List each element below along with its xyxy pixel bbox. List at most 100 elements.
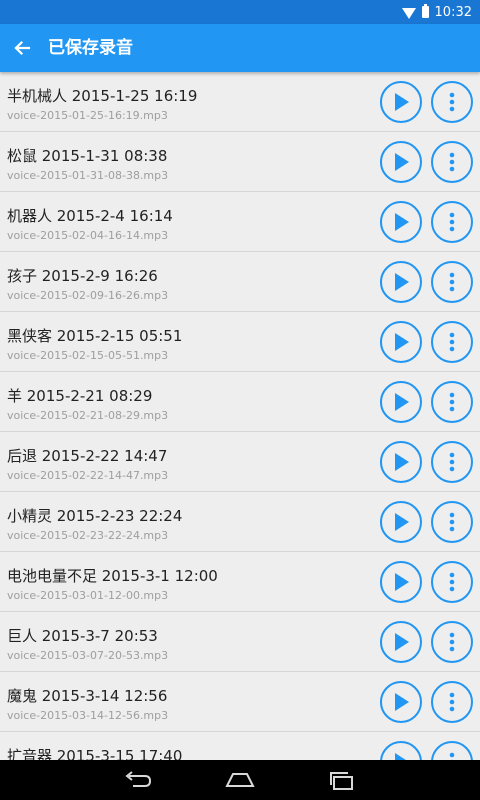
play-icon [395, 273, 409, 291]
recording-name: 半机械人 2015-1-25 16:19 [7, 87, 198, 105]
more-vertical-icon [449, 392, 455, 412]
recording-row[interactable]: 松鼠 2015-1-31 08:38 voice-2015-01-31-08-38… [0, 132, 480, 192]
recording-name: 扩音器 2015-3-15 17:40 [7, 747, 183, 760]
more-vertical-icon [449, 332, 455, 352]
nav-recents-button[interactable] [312, 760, 372, 800]
recording-row[interactable]: 魔鬼 2015-3-14 12:56 voice-2015-03-14-12-56… [0, 672, 480, 732]
recordings-list[interactable]: 半机械人 2015-1-25 16:19 voice-2015-01-25-16:… [0, 72, 480, 760]
recording-name: 孩子 2015-2-9 16:26 [7, 267, 158, 285]
wifi-icon [401, 7, 416, 19]
recording-row[interactable]: 半机械人 2015-1-25 16:19 voice-2015-01-25-16:… [0, 72, 480, 132]
recording-filename: voice-2015-02-21-08-29.mp3 [7, 409, 169, 422]
play-button[interactable] [380, 741, 422, 760]
recording-name: 松鼠 2015-1-31 08:38 [7, 147, 168, 165]
status-icons: 10:32 [401, 0, 472, 24]
play-icon [395, 93, 409, 111]
play-icon [395, 213, 409, 231]
navigation-bar [0, 760, 480, 800]
recording-filename: voice-2015-03-14-12-56.mp3 [7, 709, 169, 722]
recording-filename: voice-2015-03-07-20-53.mp3 [7, 649, 169, 662]
recording-name: 电池电量不足 2015-3-1 12:00 [7, 567, 218, 585]
recording-row[interactable]: 黑侠客 2015-2-15 05:51 voice-2015-02-15-05-5… [0, 312, 480, 372]
play-button[interactable] [380, 261, 422, 303]
play-button[interactable] [380, 441, 422, 483]
more-options-button[interactable] [431, 621, 473, 663]
nav-home-button[interactable] [210, 760, 270, 800]
recording-row[interactable]: 羊 2015-2-21 08:29 voice-2015-02-21-08-29.… [0, 372, 480, 432]
more-vertical-icon [449, 572, 455, 592]
recording-filename: voice-2015-01-31-08-38.mp3 [7, 169, 169, 182]
more-vertical-icon [449, 752, 455, 760]
play-icon [395, 573, 409, 591]
recording-filename: voice-2015-03-01-12-00.mp3 [7, 589, 169, 602]
more-vertical-icon [449, 632, 455, 652]
nav-home-icon [225, 773, 255, 787]
recording-name: 黑侠客 2015-2-15 05:51 [7, 327, 183, 345]
back-button[interactable] [0, 24, 44, 72]
recording-row[interactable]: 机器人 2015-2-4 16:14 voice-2015-02-04-16-14… [0, 192, 480, 252]
recording-filename: voice-2015-02-22-14-47.mp3 [7, 469, 169, 482]
play-button[interactable] [380, 141, 422, 183]
app-bar: 已保存录音 [0, 24, 480, 72]
recording-filename: voice-2015-02-09-16-26.mp3 [7, 289, 169, 302]
more-vertical-icon [449, 152, 455, 172]
play-button[interactable] [380, 201, 422, 243]
nav-back-icon [125, 771, 152, 787]
play-button[interactable] [380, 321, 422, 363]
more-options-button[interactable] [431, 261, 473, 303]
more-vertical-icon [449, 452, 455, 472]
more-options-button[interactable] [431, 681, 473, 723]
more-options-button[interactable] [431, 201, 473, 243]
recording-name: 巨人 2015-3-7 20:53 [7, 627, 158, 645]
play-icon [395, 753, 406, 760]
more-options-button[interactable] [431, 141, 473, 183]
more-vertical-icon [449, 272, 455, 292]
play-button[interactable] [380, 621, 422, 663]
more-options-button[interactable] [431, 381, 473, 423]
play-icon [395, 333, 409, 351]
play-icon [395, 153, 409, 171]
play-icon [395, 693, 409, 711]
play-icon [395, 393, 409, 411]
recording-name: 魔鬼 2015-3-14 12:56 [7, 687, 168, 705]
play-button[interactable] [380, 681, 422, 723]
more-options-button[interactable] [431, 81, 473, 123]
recording-name: 羊 2015-2-21 08:29 [7, 387, 153, 405]
play-button[interactable] [380, 381, 422, 423]
play-icon [395, 633, 409, 651]
more-options-button[interactable] [431, 321, 473, 363]
recording-name: 后退 2015-2-22 14:47 [7, 447, 168, 465]
play-icon [395, 513, 409, 531]
page-title: 已保存录音 [48, 38, 133, 58]
more-options-button[interactable] [431, 501, 473, 543]
status-bar: 10:32 [0, 0, 480, 24]
more-options-button[interactable] [431, 561, 473, 603]
recording-row[interactable]: 电池电量不足 2015-3-1 12:00 voice-2015-03-01-12… [0, 552, 480, 612]
more-options-button[interactable] [431, 741, 473, 760]
more-vertical-icon [449, 92, 455, 112]
play-icon [395, 453, 409, 471]
recording-row[interactable]: 小精灵 2015-2-23 22:24 voice-2015-02-23-22-2… [0, 492, 480, 552]
status-time: 10:32 [434, 4, 472, 20]
recording-name: 小精灵 2015-2-23 22:24 [7, 507, 183, 525]
recording-filename: voice-2015-01-25-16:19.mp3 [7, 109, 168, 122]
recording-row[interactable]: 孩子 2015-2-9 16:26 voice-2015-02-09-16-26.… [0, 252, 480, 312]
more-options-button[interactable] [431, 441, 473, 483]
recording-row[interactable]: 扩音器 2015-3-15 17:40 [0, 732, 480, 760]
arrow-left-icon [14, 40, 31, 56]
nav-back-button[interactable] [108, 760, 168, 800]
recording-name: 机器人 2015-2-4 16:14 [7, 207, 173, 225]
play-button[interactable] [380, 81, 422, 123]
recording-filename: voice-2015-02-23-22-24.mp3 [7, 529, 169, 542]
nav-recents-icon [330, 772, 353, 790]
recording-filename: voice-2015-02-04-16-14.mp3 [7, 229, 169, 242]
play-button[interactable] [380, 501, 422, 543]
more-vertical-icon [449, 692, 455, 712]
more-vertical-icon [449, 512, 455, 532]
more-vertical-icon [449, 212, 455, 232]
recording-row[interactable]: 后退 2015-2-22 14:47 voice-2015-02-22-14-47… [0, 432, 480, 492]
recording-filename: voice-2015-02-15-05-51.mp3 [7, 349, 169, 362]
play-button[interactable] [380, 561, 422, 603]
recording-row[interactable]: 巨人 2015-3-7 20:53 voice-2015-03-07-20-53.… [0, 612, 480, 672]
battery-icon [421, 4, 429, 18]
